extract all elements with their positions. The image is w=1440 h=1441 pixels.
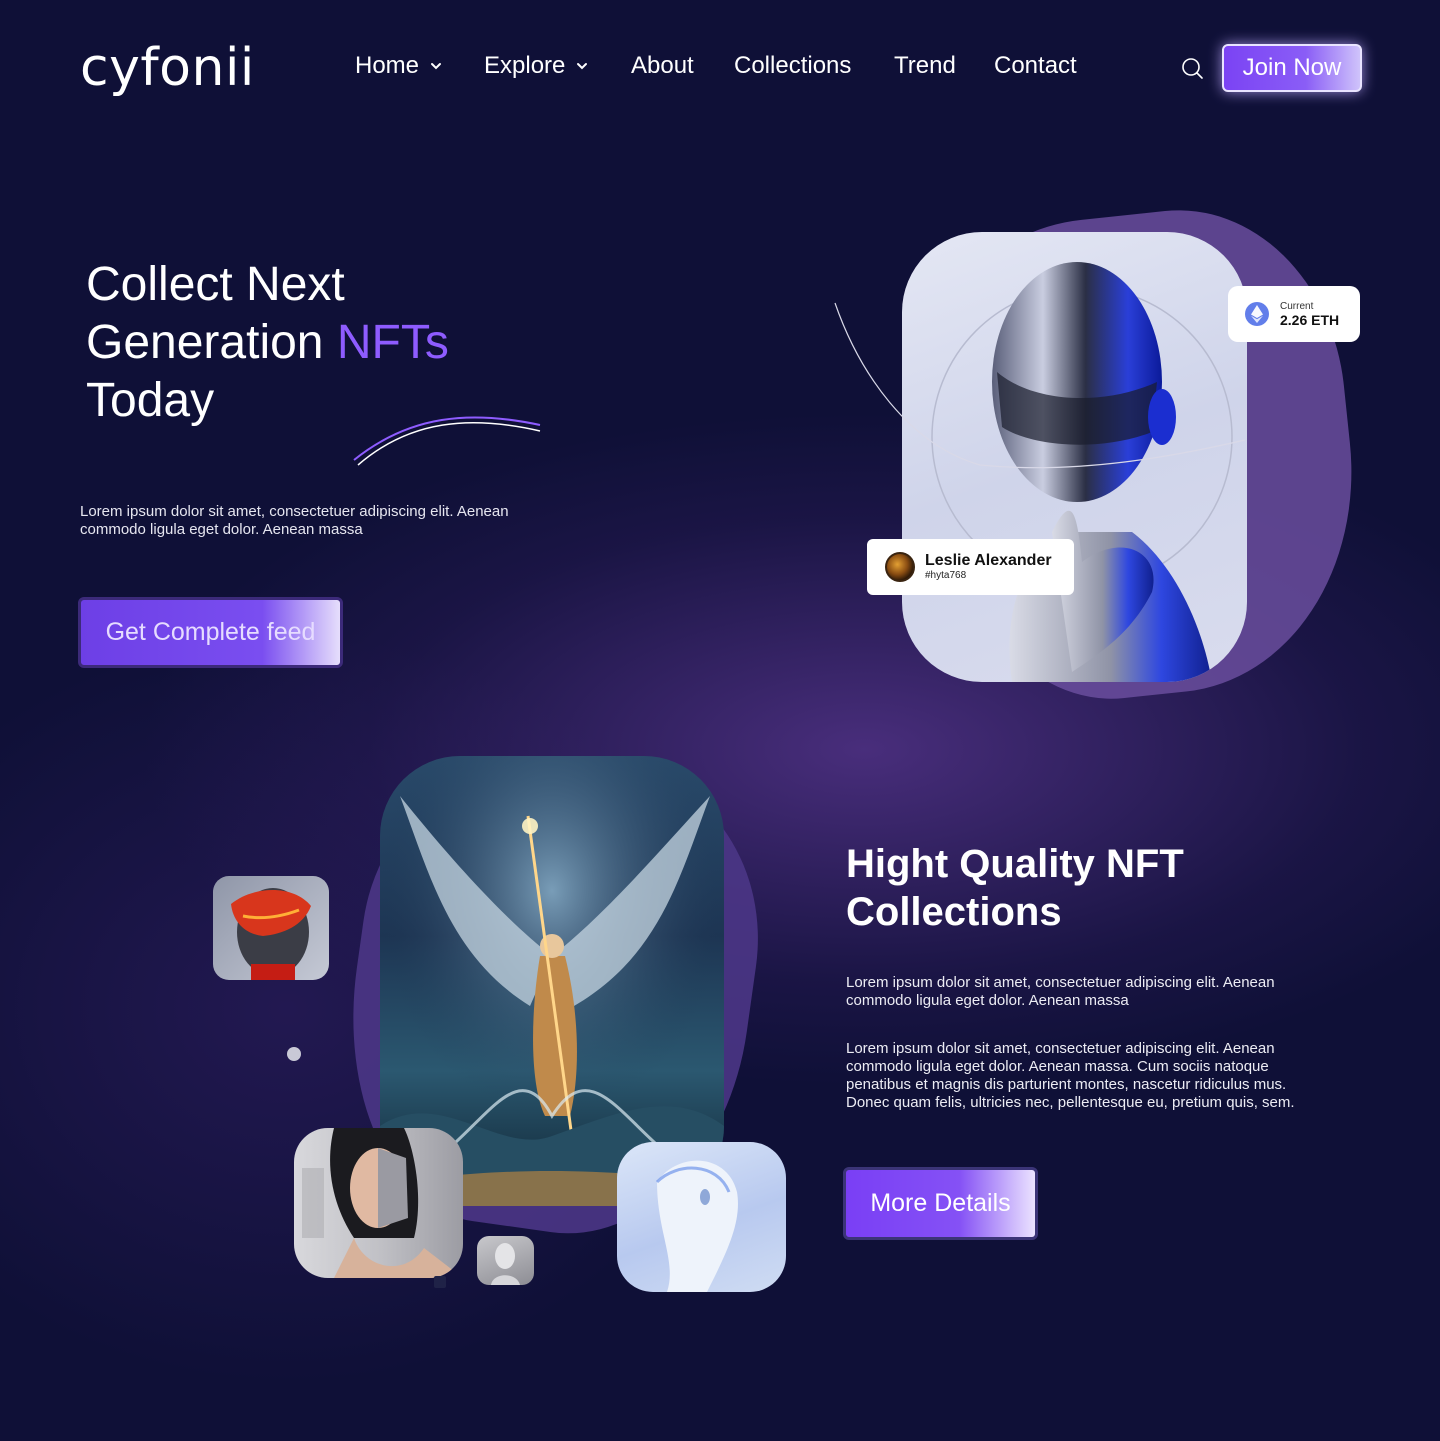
carousel-dot[interactable] [287,1047,301,1061]
decorative-swoosh [353,416,541,466]
collections-title: Hight Quality NFT Collections [846,842,1184,934]
ethereum-icon [1245,302,1269,326]
collections-paragraph-2: Lorem ipsum dolor sit amet, consectetuer… [846,1040,1295,1111]
nav-contact[interactable]: Contact [994,52,1077,80]
nav-home-label: Home [355,52,420,79]
bust-illustration [491,1243,520,1285]
get-complete-feed-button[interactable]: Get Complete feed [78,597,343,668]
nav-collections[interactable]: Collections [734,52,851,80]
hero-title-accent: NFTs [336,316,449,369]
thumbnail-red-mask[interactable] [213,876,329,980]
hero-title-line2-prefix: Generation [86,316,337,369]
site-logo[interactable]: cyfonii [80,38,255,98]
nav-collections-label: Collections [734,52,852,79]
hero-title-line1: Collect Next [86,258,345,311]
collections-paragraph-1: Lorem ipsum dolor sit amet, consectetuer… [846,974,1275,1009]
cyborg-woman-illustration [302,1128,463,1278]
creator-handle: #hyta768 [925,570,967,581]
nav-explore[interactable]: Explore [484,52,589,80]
price-value: 2.26 ETH [1280,311,1340,328]
nav-home[interactable]: Home [355,52,443,80]
hero-title: Collect Next Generation NFTs Today [86,256,449,430]
creator-chip[interactable]: Leslie Alexander #hyta768 [867,539,1074,595]
chevron-down-icon [431,63,442,70]
price-label: Current [1280,300,1314,312]
thumbnail-marble-bust[interactable] [477,1236,534,1285]
hero-description: Lorem ipsum dolor sit amet, consectetuer… [80,503,509,538]
nav-trend-label: Trend [894,52,956,79]
nav-explore-label: Explore [484,52,566,79]
avatar [885,552,915,582]
red-mask-illustration [231,888,311,980]
thumbnail-blue-figure[interactable] [617,1142,786,1292]
join-now-button[interactable]: Join Now [1222,44,1362,92]
nav-about-label: About [631,52,694,79]
thumbnail-cyborg-woman[interactable] [294,1128,463,1278]
hero-title-line2: Generation NFTs [86,314,449,372]
chevron-down-icon [577,63,588,70]
nav-about[interactable]: About [631,52,694,80]
more-details-button[interactable]: More Details [843,1167,1038,1240]
search-icon[interactable] [1180,56,1204,80]
price-chip: Current 2.26 ETH [1228,286,1360,342]
decorative-square [434,1276,446,1288]
creator-chip-text: Leslie Alexander #hyta768 [925,552,1052,582]
creator-name: Leslie Alexander [925,552,1052,569]
blue-figure-illustration [655,1160,738,1292]
nav-trend[interactable]: Trend [894,52,956,80]
nav-contact-label: Contact [994,52,1077,79]
price-chip-text: Current 2.26 ETH [1280,301,1339,328]
